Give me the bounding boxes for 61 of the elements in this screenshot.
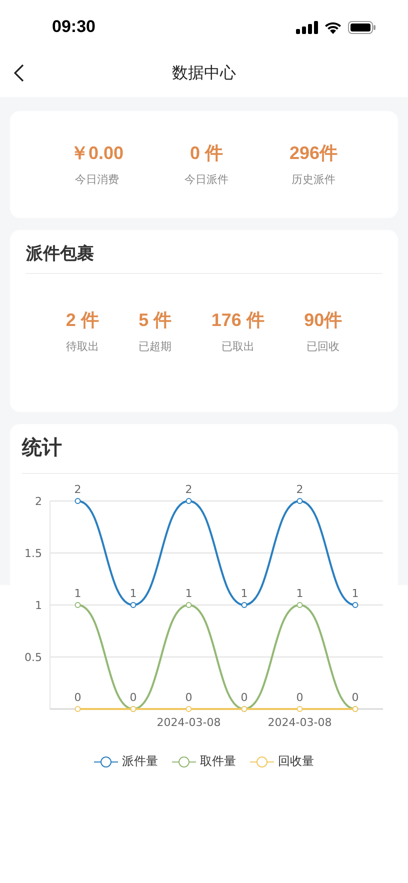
battery-icon [348, 20, 376, 34]
section-title: 统计 [22, 434, 398, 474]
wifi-icon [324, 20, 342, 34]
stat-label: 历史派件 [291, 172, 336, 187]
data-label: 1 [240, 587, 248, 600]
data-label: 0 [296, 691, 304, 704]
stat-value: ￥0.00 [70, 142, 124, 165]
page-title: 数据中心 [172, 63, 236, 84]
legend-label: 取件量 [200, 753, 236, 770]
data-label: 0 [240, 691, 248, 704]
legend-icon [250, 756, 274, 768]
data-label: 0 [74, 691, 82, 704]
stat-value: 90件 [304, 309, 342, 332]
signal-icon [296, 20, 318, 34]
data-label: 1 [352, 587, 359, 600]
stat-label: 已回收 [306, 339, 340, 354]
data-point [74, 706, 81, 712]
data-point [186, 498, 192, 504]
stat-label: 已超期 [138, 339, 172, 354]
stat-value: 2 件 [66, 309, 99, 332]
legend-label: 回收量 [278, 753, 314, 770]
data-label: 2 [296, 483, 304, 496]
stat-label: 今日派件 [184, 172, 228, 187]
stat-label: 待取出 [66, 339, 99, 354]
section-title: 派件包裹 [26, 242, 382, 274]
legend-icon [172, 756, 196, 768]
data-point [241, 602, 248, 608]
data-point [186, 706, 192, 712]
data-point [74, 602, 81, 608]
x-tick-label: 2024-03-08 [268, 716, 332, 729]
data-point [296, 706, 303, 712]
stat-value: 296件 [289, 142, 338, 165]
status-time: 09:30 [52, 17, 96, 37]
data-label: 2 [74, 483, 82, 496]
data-label: 2 [185, 483, 192, 496]
legend-icon [94, 756, 118, 768]
data-label: 1 [130, 587, 137, 600]
y-tick-label: 1.5 [24, 547, 42, 560]
legend-label: 派件量 [122, 753, 158, 770]
y-tick-label: 2 [35, 495, 42, 508]
data-point [296, 498, 303, 504]
data-label: 0 [130, 691, 137, 704]
stat-value: 0 件 [190, 142, 223, 165]
data-point [352, 602, 358, 608]
data-point [186, 602, 192, 608]
y-tick-label: 1 [35, 599, 42, 612]
y-tick-label: 0.5 [24, 651, 42, 664]
data-label: 1 [185, 587, 192, 600]
data-point [130, 602, 136, 608]
data-point [74, 498, 81, 504]
data-label: 1 [296, 587, 304, 600]
data-label: 1 [74, 587, 82, 600]
stat-label: 已取出 [221, 339, 254, 354]
stat-label: 今日消费 [75, 172, 119, 187]
data-point [296, 602, 303, 608]
x-tick-label: 2024-03-08 [156, 716, 221, 729]
data-label: 0 [352, 691, 359, 704]
back-button[interactable] [14, 64, 24, 82]
stat-value: 5 件 [138, 309, 172, 332]
stat-value: 176 件 [211, 309, 264, 332]
data-label: 0 [185, 691, 192, 704]
